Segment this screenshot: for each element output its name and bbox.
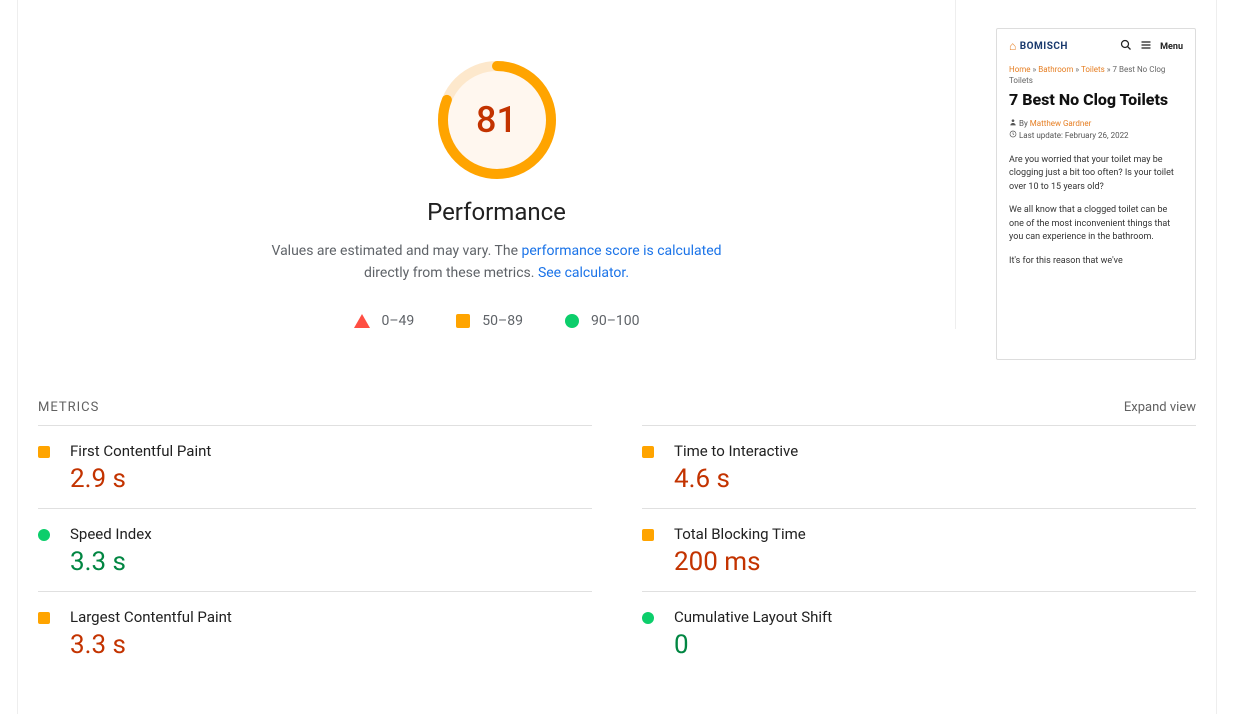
page-screenshot-preview: ⌂ BOMISCH Menu Home » Bathroom » Toilets… [996,28,1196,360]
metric-label: Cumulative Layout Shift [674,608,1196,626]
pass-icon [642,612,654,624]
metric-lcp: Largest Contentful Paint 3.3 s [38,591,592,674]
house-icon: ⌂ [1009,39,1017,53]
average-icon [642,529,654,541]
preview-paragraph: It's for this reason that we've [1009,255,1183,269]
score-gauge: 81 [437,60,557,180]
metric-tti: Time to Interactive 4.6 s [642,425,1196,508]
metric-fcp: First Contentful Paint 2.9 s [38,425,592,508]
metric-value: 4.6 s [674,464,1196,494]
metric-label: First Contentful Paint [70,442,592,460]
metrics-grid: First Contentful Paint 2.9 s Time to Int… [38,425,1196,674]
metric-value: 0 [674,630,1196,660]
metric-value: 2.9 s [70,464,592,494]
score-value: 81 [437,60,557,180]
average-icon [38,446,50,458]
metric-value: 3.3 s [70,547,592,577]
metric-tbt: Total Blocking Time 200 ms [642,508,1196,591]
average-icon [38,612,50,624]
user-icon [1009,118,1017,130]
score-legend: 0–49 50–89 90–100 [354,313,640,329]
preview-breadcrumbs: Home » Bathroom » Toilets » 7 Best No Cl… [1009,64,1183,86]
metric-value: 3.3 s [70,630,592,660]
pass-icon [38,529,50,541]
metric-cls: Cumulative Layout Shift 0 [642,591,1196,674]
fail-icon [354,314,370,328]
metric-label: Largest Contentful Paint [70,608,592,626]
pass-icon [565,314,579,328]
average-icon [456,314,470,328]
search-icon [1120,39,1132,54]
gauge-description: Values are estimated and may vary. The p… [257,240,737,285]
hamburger-icon [1140,39,1152,54]
preview-paragraph: We all know that a clogged toilet can be… [1009,204,1183,245]
preview-logo: ⌂ BOMISCH [1009,40,1068,54]
metric-label: Speed Index [70,525,592,543]
metric-si: Speed Index 3.3 s [38,508,592,591]
perf-score-link[interactable]: performance score is calculated [521,243,721,259]
preview-paragraph: Are you worried that your toilet may be … [1009,154,1183,195]
metrics-heading: METRICS [38,400,99,415]
expand-view-toggle[interactable]: Expand view [1124,400,1196,415]
see-calculator-link[interactable]: See calculator. [538,265,629,281]
performance-summary: 81 Performance Values are estimated and … [38,0,956,329]
metric-label: Total Blocking Time [674,525,1196,543]
preview-meta: By Matthew Gardner Last update: February… [1009,118,1183,142]
metric-label: Time to Interactive [674,442,1196,460]
gauge-title: Performance [427,198,566,226]
metric-value: 200 ms [674,547,1196,577]
preview-title: 7 Best No Clog Toilets [1009,90,1183,109]
clock-icon [1009,130,1017,142]
average-icon [642,446,654,458]
